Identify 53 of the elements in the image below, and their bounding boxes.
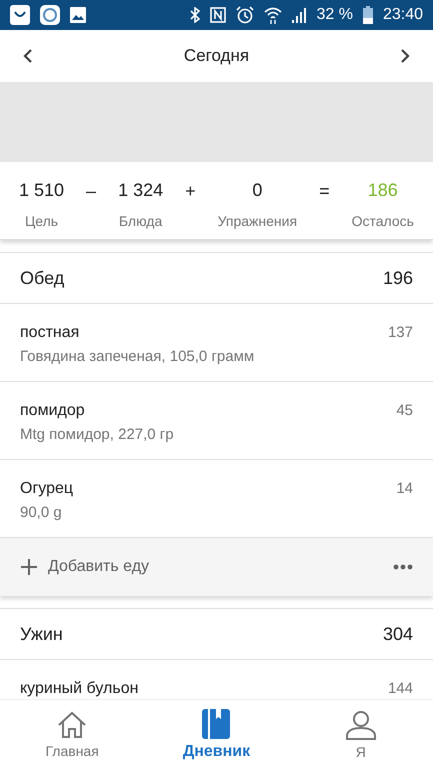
calorie-value: 1 324: [118, 180, 164, 201]
chevron-left-icon: [22, 48, 34, 64]
calorie-value: 0: [252, 180, 262, 201]
operator-sign: +: [185, 180, 196, 202]
meal-name: Обед: [20, 268, 64, 288]
calorie-value: 1 510: [19, 180, 64, 201]
meal-header[interactable]: Обед 196: [0, 252, 433, 304]
battery-percent: 32 %: [316, 6, 353, 24]
food-calories: 137: [388, 324, 413, 343]
nav-tab[interactable]: Главная: [0, 700, 144, 770]
nav-tab[interactable]: Я: [288, 700, 433, 770]
alarm-icon: [236, 6, 254, 24]
food-name: помидор: [20, 402, 86, 420]
calorie-label: Упражнения: [218, 213, 298, 229]
home-icon: [57, 711, 88, 739]
meal-calories: 304: [382, 624, 413, 644]
food-calories: 45: [396, 402, 413, 421]
battery-icon: [362, 6, 373, 24]
food-detail: Mtg помидор, 227,0 гр: [20, 426, 174, 443]
food-name: куриный бульон: [20, 680, 138, 698]
person-icon: [344, 710, 377, 740]
signal-icon: [292, 7, 306, 23]
plus-icon: [20, 558, 38, 576]
food-calories: 144: [388, 680, 413, 698]
nfc-icon: [210, 7, 226, 23]
food-detail: Говядина запеченая, 105,0 грамм: [20, 348, 254, 365]
add-food-button[interactable]: Добавить еду: [20, 558, 150, 576]
food-entry[interactable]: постная Говядина запеченая, 105,0 грамм 137: [0, 304, 433, 382]
calorie-label: Блюда: [118, 213, 162, 229]
meal-header[interactable]: Ужин 304: [0, 608, 433, 660]
date-title: Сегодня: [184, 46, 250, 66]
meal-name: Ужин: [20, 624, 63, 644]
food-calories: 14: [396, 480, 413, 499]
more-icon[interactable]: [393, 564, 413, 570]
calorie-value: 186: [368, 180, 398, 201]
food-name: постная: [20, 324, 80, 342]
app-notification-icon: [40, 5, 60, 25]
bluetooth-icon: [190, 7, 200, 23]
operator-sign: =: [319, 180, 330, 202]
wifi-icon: [264, 6, 282, 24]
calorie-label: Цель: [24, 213, 58, 229]
app-notification-icon: [10, 5, 30, 25]
operator-sign: –: [86, 180, 96, 202]
meal-calories: 196: [382, 268, 413, 288]
chevron-right-icon: [399, 48, 411, 64]
food-entry[interactable]: помидор Mtg помидор, 227,0 гр 45: [0, 382, 433, 460]
book-icon: [202, 709, 230, 739]
calorie-label: Осталось: [352, 213, 414, 229]
food-detail: 90,0 g: [20, 504, 63, 521]
nav-tab[interactable]: Дневник: [144, 700, 289, 770]
food-name: Огурец: [20, 480, 74, 498]
clock: 23:40: [382, 6, 423, 24]
image-icon: [70, 7, 86, 23]
